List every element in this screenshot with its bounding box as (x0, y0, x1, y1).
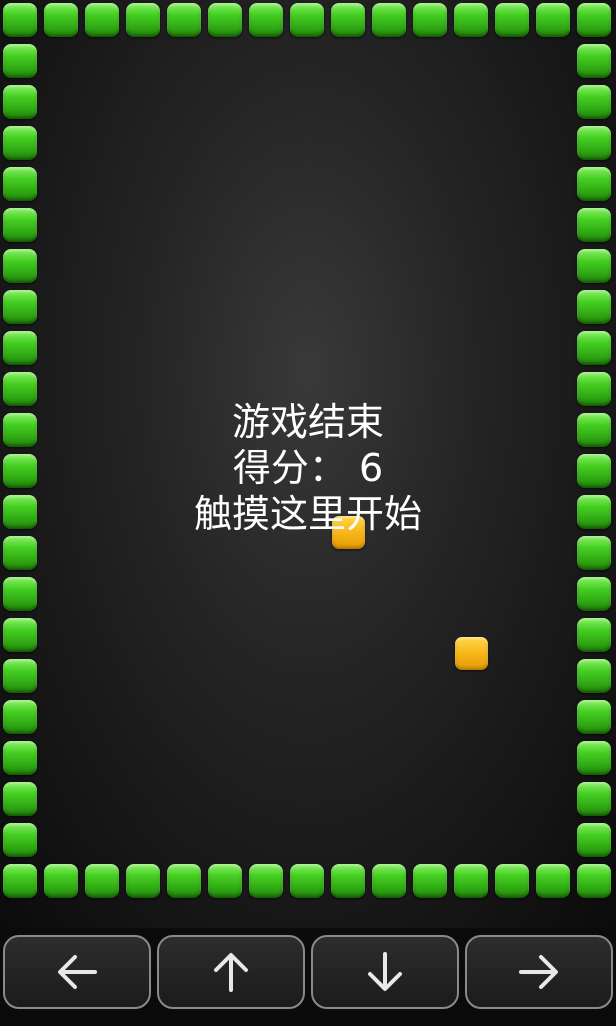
wall-block (290, 864, 324, 898)
arrow-down-icon (365, 950, 405, 994)
wall-block (413, 3, 447, 37)
wall-block (208, 864, 242, 898)
wall-block (85, 864, 119, 898)
wall-block (577, 536, 611, 570)
food-block (455, 637, 488, 670)
wall-block (577, 208, 611, 242)
wall-block (3, 290, 37, 324)
wall-block (495, 864, 529, 898)
wall-block (454, 3, 488, 37)
wall-block (577, 44, 611, 78)
wall-block (331, 3, 365, 37)
wall-block (577, 741, 611, 775)
wall-block (577, 659, 611, 693)
wall-block (3, 864, 37, 898)
wall-block (3, 618, 37, 652)
score-text: 得分： 6 (232, 446, 384, 490)
wall-block (536, 864, 570, 898)
wall-block (44, 864, 78, 898)
wall-block (249, 864, 283, 898)
wall-block (577, 290, 611, 324)
wall-block (577, 700, 611, 734)
wall-block (3, 782, 37, 816)
wall-block (85, 3, 119, 37)
arrow-up-icon (211, 950, 251, 994)
wall-block (3, 208, 37, 242)
wall-block (577, 126, 611, 160)
wall-block (3, 44, 37, 78)
wall-block (3, 700, 37, 734)
arrow-left-icon (55, 952, 99, 992)
wall-block (3, 85, 37, 119)
game-over-title: 游戏结束 (231, 400, 384, 444)
tap-to-start-text[interactable]: 触摸这里开始 (0, 491, 616, 537)
wall-block (44, 3, 78, 37)
wall-block (3, 249, 37, 283)
wall-block (126, 3, 160, 37)
wall-block (577, 3, 611, 37)
wall-block (413, 864, 447, 898)
left-button[interactable] (3, 935, 151, 1009)
wall-block (3, 659, 37, 693)
wall-block (3, 536, 37, 570)
wall-block (495, 3, 529, 37)
wall-block (3, 3, 37, 37)
wall-block (372, 864, 406, 898)
wall-block (331, 864, 365, 898)
wall-block (577, 864, 611, 898)
wall-block (372, 3, 406, 37)
wall-block (167, 3, 201, 37)
wall-block (3, 577, 37, 611)
wall-block (249, 3, 283, 37)
wall-block (3, 331, 37, 365)
wall-block (577, 167, 611, 201)
game-over-message[interactable]: 游戏结束 得分： 6 触摸这里开始 (0, 399, 616, 537)
wall-block (577, 331, 611, 365)
wall-block (536, 3, 570, 37)
wall-block (208, 3, 242, 37)
arrow-right-icon (517, 952, 561, 992)
wall-block (126, 864, 160, 898)
wall-block (3, 167, 37, 201)
wall-block (577, 782, 611, 816)
wall-block (3, 823, 37, 857)
wall-block (454, 864, 488, 898)
wall-block (3, 741, 37, 775)
game-board: 游戏结束 得分： 6 触摸这里开始 (0, 0, 616, 928)
wall-block (577, 249, 611, 283)
right-button[interactable] (465, 935, 613, 1009)
wall-block (290, 3, 324, 37)
down-button[interactable] (311, 935, 459, 1009)
direction-controls (0, 928, 616, 1026)
wall-block (577, 577, 611, 611)
wall-block (167, 864, 201, 898)
wall-block (3, 126, 37, 160)
wall-block (577, 85, 611, 119)
up-button[interactable] (157, 935, 305, 1009)
wall-block (577, 823, 611, 857)
wall-block (577, 618, 611, 652)
